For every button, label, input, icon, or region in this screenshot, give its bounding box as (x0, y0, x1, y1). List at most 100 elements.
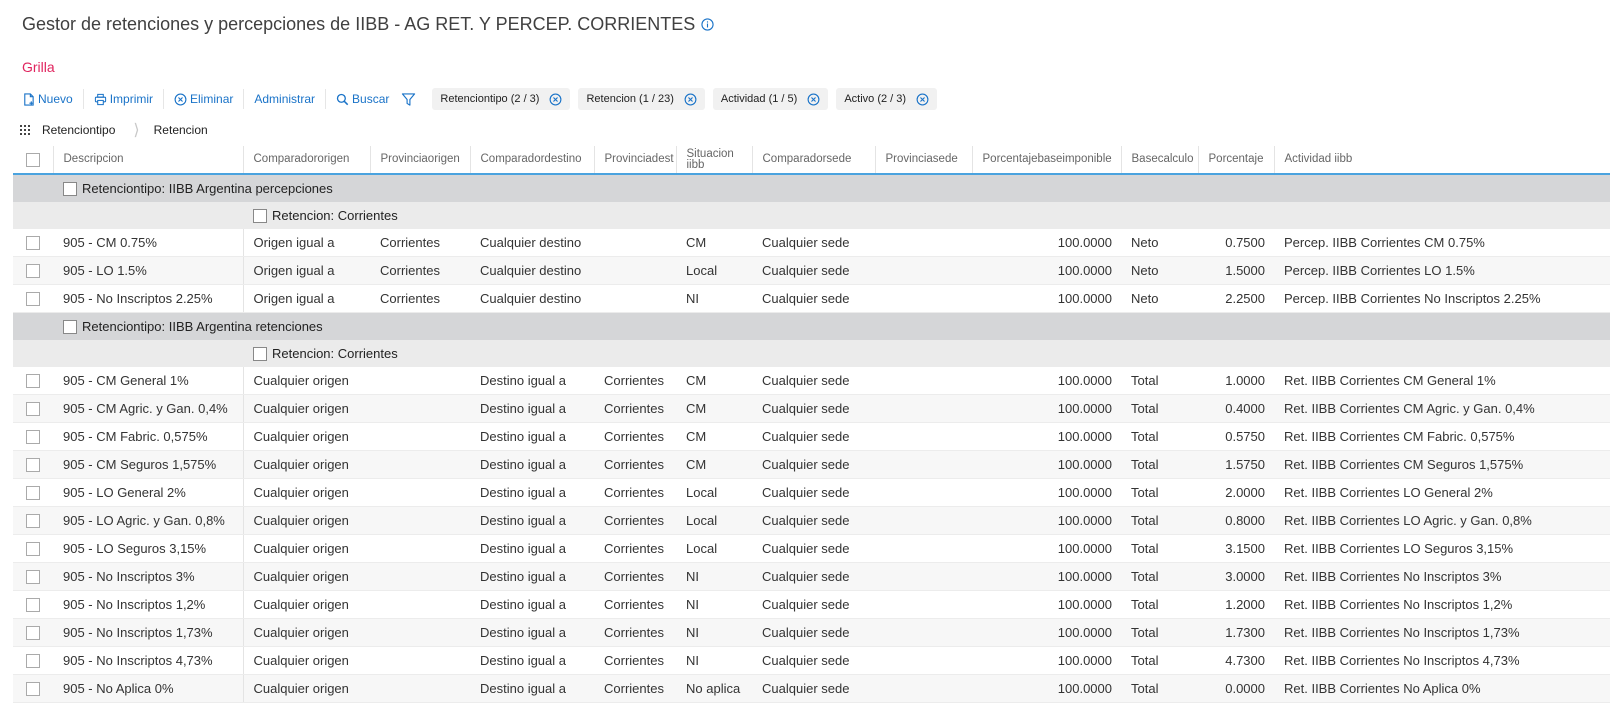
filter-chip-activo[interactable]: Activo (2 / 3) (836, 88, 938, 110)
row-description-link[interactable]: 905 - LO Agric. y Gan. 0,8% (53, 506, 244, 535)
column-header[interactable]: Situacion iibb (676, 146, 753, 175)
group-chip-retenciontipo[interactable]: Retenciontipo (42, 123, 115, 137)
row-description-link[interactable]: 905 - CM Fabric. 0,575% (53, 422, 244, 451)
row-checkbox[interactable] (13, 394, 53, 423)
select-all-checkbox[interactable] (13, 146, 54, 175)
column-header[interactable]: Actividad iibb (1274, 146, 1610, 175)
column-header[interactable]: Comparadororigen (243, 146, 371, 175)
table-row[interactable]: 905 - LO General 2% Cualquier origen Desti… (13, 478, 1610, 507)
row-description-link[interactable]: 905 - No Inscriptos 1,73% (53, 618, 244, 647)
column-header[interactable]: Provinciadest (594, 146, 677, 175)
row-checkbox[interactable] (13, 367, 53, 395)
row-description-link[interactable]: 905 - LO 1.5% (53, 256, 244, 285)
table-cell: 100.0000 (972, 590, 1121, 619)
table-row[interactable]: 905 - No Inscriptos 1,73% Cualquier orige… (13, 618, 1610, 647)
column-header[interactable]: Comparadordestino (470, 146, 595, 175)
row-checkbox[interactable] (13, 478, 53, 507)
column-header[interactable]: Basecalculo (1121, 146, 1199, 175)
group-checkbox[interactable] (253, 346, 267, 361)
row-description-link[interactable]: 905 - CM Seguros 1,575% (53, 450, 244, 479)
group-row-retenciontipo[interactable]: Retenciontipo: IIBB Argentina percepcion… (13, 174, 1610, 202)
group-chip-retencion[interactable]: Retencion (154, 123, 208, 137)
row-checkbox[interactable] (13, 256, 53, 285)
column-header[interactable]: Provinciasede (875, 146, 973, 175)
drag-grip-icon[interactable] (20, 125, 30, 135)
row-checkbox[interactable] (13, 229, 53, 257)
row-description-link[interactable]: 905 - No Inscriptos 3% (53, 562, 244, 591)
table-row[interactable]: 905 - No Inscriptos 1,2% Cualquier origen… (13, 590, 1610, 619)
row-checkbox[interactable] (13, 450, 53, 479)
column-header[interactable]: Comparadorsede (752, 146, 876, 175)
row-checkbox[interactable] (13, 422, 53, 451)
row-checkbox[interactable] (13, 562, 53, 591)
row-checkbox[interactable] (13, 646, 53, 675)
page-header: Gestor de retenciones y percepciones de … (22, 12, 714, 36)
table-row[interactable]: 905 - LO 1.5% Origen igual a Corrientes Cua… (13, 256, 1610, 285)
table-row[interactable]: 905 - LO Agric. y Gan. 0,8% Cualquier ori… (13, 506, 1610, 535)
row-description-link[interactable]: 905 - CM General 1% (53, 367, 244, 395)
filter-icon[interactable] (401, 92, 416, 107)
table-cell: Ret. IIBB Corrientes CM Seguros 1,575% (1274, 450, 1610, 479)
group-checkbox[interactable] (253, 208, 267, 223)
table-row[interactable]: 905 - LO Seguros 3,15% Cualquier origen De… (13, 534, 1610, 563)
table-row[interactable]: 905 - CM 0.75% Origen igual a Corrientes Cu… (13, 229, 1610, 257)
close-circle-icon[interactable] (684, 93, 697, 106)
row-description-link[interactable]: 905 - No Inscriptos 1,2% (53, 590, 244, 619)
table-row[interactable]: 905 - No Inscriptos 3% Cualquier origen De… (13, 562, 1610, 591)
row-checkbox[interactable] (13, 674, 53, 703)
row-checkbox[interactable] (13, 534, 53, 563)
delete-button[interactable]: Eliminar (163, 89, 243, 109)
table-cell: 3.1500 (1198, 534, 1274, 563)
table-cell: CM (676, 394, 752, 423)
row-checkbox[interactable] (13, 506, 53, 535)
table-cell: Corrientes (370, 256, 470, 285)
group-checkbox[interactable] (63, 181, 77, 196)
group-checkbox[interactable] (63, 319, 77, 334)
close-circle-icon[interactable] (916, 93, 929, 106)
table-row[interactable]: 905 - CM Seguros 1,575% Cualquier origen D… (13, 450, 1610, 479)
row-checkbox[interactable] (13, 590, 53, 619)
table-row[interactable]: 905 - No Inscriptos 2.25% Origen igual aC… (13, 284, 1610, 313)
column-header[interactable]: Provinciaorigen (370, 146, 471, 175)
group-header: Retenciontipo: IIBB Argentina percepcion… (63, 181, 1610, 196)
table-row[interactable]: 905 - CM Fabric. 0,575% Cualquier origen D… (13, 422, 1610, 451)
row-description-link[interactable]: 905 - CM 0.75% (53, 229, 244, 257)
row-checkbox[interactable] (13, 618, 53, 647)
table-cell (370, 506, 470, 535)
column-header[interactable]: Porcentajebaseimponible (972, 146, 1122, 175)
close-circle-icon[interactable] (807, 93, 820, 106)
table-cell (370, 422, 470, 451)
filter-chip-retenciontipo[interactable]: Retenciontipo (2 / 3) (432, 88, 571, 110)
table-cell: Cualquier destino (470, 284, 594, 313)
group-indent-cell (13, 340, 53, 367)
row-description-link[interactable]: 905 - LO General 2% (53, 478, 244, 507)
group-indent-cell (53, 202, 243, 229)
row-description-link[interactable]: 905 - LO Seguros 3,15% (53, 534, 244, 563)
table-cell: Total (1121, 422, 1198, 451)
table-row[interactable]: 905 - CM General 1% Cualquier origen Desti… (13, 367, 1610, 395)
manage-button[interactable]: Administrar (243, 89, 325, 109)
column-header[interactable]: Porcentaje (1198, 146, 1275, 175)
table-cell: Cualquier origen (243, 562, 370, 591)
table-row[interactable]: 905 - No Aplica 0% Cualquier origen Destin… (13, 674, 1610, 703)
search-button[interactable]: Buscar (325, 89, 399, 109)
column-header[interactable]: Descripcion (53, 146, 244, 175)
filter-chip-actividad[interactable]: Actividad (1 / 5) (712, 88, 829, 110)
group-row-retencion[interactable]: Retencion: Corrientes (13, 340, 1610, 367)
new-button[interactable]: Nuevo (20, 89, 83, 109)
row-description-link[interactable]: 905 - CM Agric. y Gan. 0,4% (53, 394, 244, 423)
row-description-link[interactable]: 905 - No Inscriptos 2.25% (53, 284, 244, 313)
close-circle-icon[interactable] (549, 93, 562, 106)
row-description-link[interactable]: 905 - No Inscriptos 4,73% (53, 646, 244, 675)
info-icon[interactable] (701, 17, 714, 31)
table-cell: Cualquier destino (470, 229, 594, 257)
group-row-retenciontipo[interactable]: Retenciontipo: IIBB Argentina retencione… (13, 312, 1610, 340)
table-row[interactable]: 905 - CM Agric. y Gan. 0,4% Cualquier ori… (13, 394, 1610, 423)
print-button[interactable]: Imprimir (82, 89, 163, 109)
group-row-retencion[interactable]: Retencion: Corrientes (13, 202, 1610, 229)
table-row[interactable]: 905 - No Inscriptos 4,73% Cualquier orige… (13, 646, 1610, 675)
filter-chip-retencion[interactable]: Retencion (1 / 23) (578, 88, 705, 110)
row-description-link[interactable]: 905 - No Aplica 0% (53, 674, 244, 703)
row-checkbox[interactable] (13, 284, 53, 313)
group-header: Retencion: Corrientes (253, 208, 1610, 223)
